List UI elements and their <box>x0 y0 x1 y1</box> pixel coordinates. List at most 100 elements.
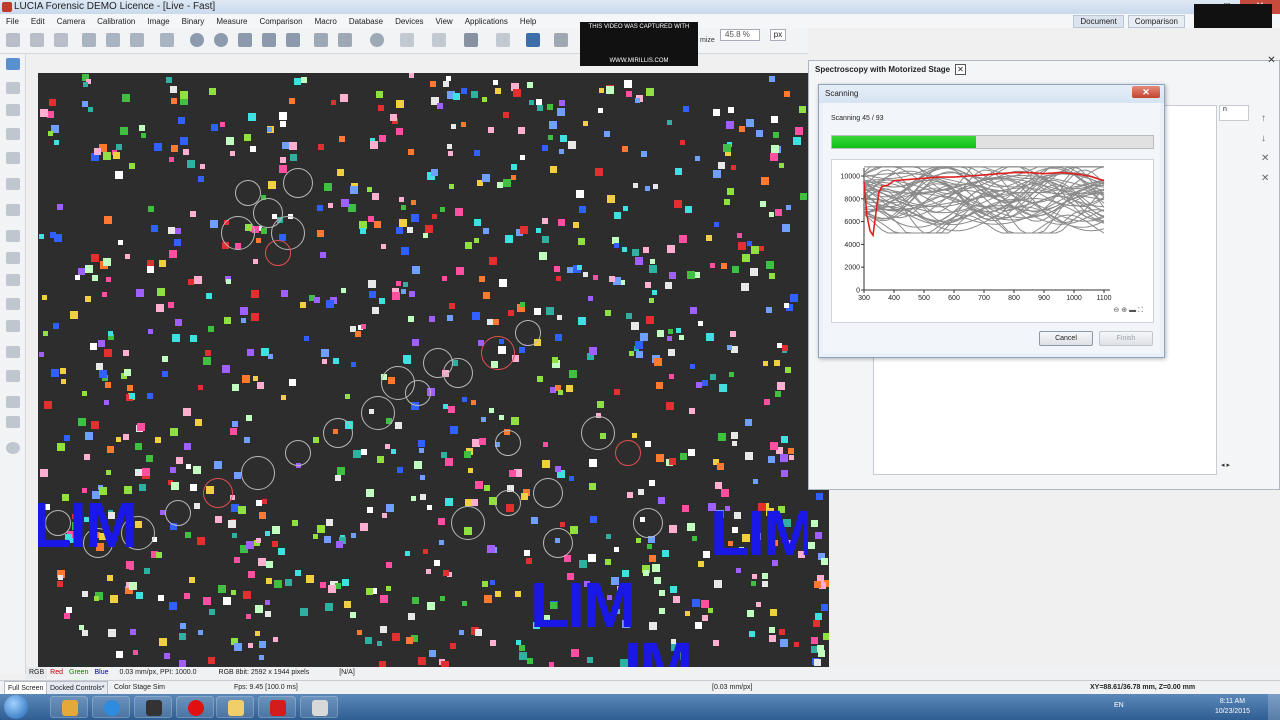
layers-tool-icon[interactable] <box>6 178 20 190</box>
menu-database[interactable]: Database <box>349 17 383 26</box>
line-tool-icon[interactable] <box>6 104 20 116</box>
menu-image[interactable]: Image <box>147 17 169 26</box>
tray-clock[interactable]: 8:11 AM 10/23/2015 <box>1215 697 1250 717</box>
panel-scroll-arrows[interactable]: ◂ ▸ <box>1221 461 1249 471</box>
live-image-viewport[interactable]: LIM LIM LIM IM <box>38 73 808 667</box>
close-dock-icon[interactable]: ✕ <box>1266 55 1277 66</box>
particle <box>107 575 113 581</box>
cancel-button[interactable]: Cancel <box>1039 331 1093 346</box>
text-cursor-tool-icon[interactable] <box>6 396 20 408</box>
measure-icon[interactable] <box>432 33 446 47</box>
particle <box>142 468 150 476</box>
spectrum-chart[interactable]: 300 400 500 600 700 800 900 1000 1100 0 2000 4000 60… <box>831 159 1154 323</box>
show-desktop-button[interactable] <box>1268 694 1280 720</box>
annotation-tool-icon[interactable] <box>6 370 20 382</box>
menu-measure[interactable]: Measure <box>216 17 247 26</box>
capture-settings-icon[interactable] <box>262 33 276 47</box>
menu-macro[interactable]: Macro <box>315 17 337 26</box>
settings-tool-icon[interactable] <box>6 442 20 454</box>
channel-red[interactable]: Red <box>47 667 66 679</box>
language-indicator[interactable]: EN <box>1114 702 1124 709</box>
move-down-icon[interactable]: ↓ <box>1261 133 1271 144</box>
select-tool-icon[interactable] <box>6 58 20 70</box>
stack-tool-icon[interactable] <box>6 204 20 216</box>
particle <box>730 331 736 337</box>
particle <box>531 517 538 524</box>
taskbar-app-ie[interactable] <box>92 696 130 718</box>
delete-icon[interactable]: ✕ <box>1261 153 1271 164</box>
brush-tool-icon[interactable] <box>6 152 20 164</box>
taskbar-app-recorder[interactable] <box>176 696 214 718</box>
polygon-tool-icon[interactable] <box>6 274 20 286</box>
color-picker-icon[interactable] <box>464 33 478 47</box>
particle <box>379 298 385 304</box>
unit-select[interactable]: px <box>770 29 786 41</box>
menu-devices[interactable]: Devices <box>395 17 423 26</box>
undo-icon[interactable] <box>82 33 96 47</box>
menu-file[interactable]: File <box>6 17 19 26</box>
channel-blue[interactable]: Blue <box>91 667 111 679</box>
menu-comparison[interactable]: Comparison <box>259 17 302 26</box>
particle <box>139 484 146 491</box>
start-button[interactable] <box>4 695 28 719</box>
menu-applications[interactable]: Applications <box>465 17 508 26</box>
pen-tool-icon[interactable] <box>6 128 20 140</box>
filter-icon[interactable] <box>400 33 414 47</box>
calibrate-icon[interactable] <box>160 33 174 47</box>
particle <box>489 257 497 265</box>
finish-button[interactable]: Finish <box>1099 331 1153 346</box>
particle <box>170 428 178 436</box>
taskbar-app-acrobat[interactable] <box>258 696 296 718</box>
stage-icon[interactable] <box>526 33 540 47</box>
menu-calibration[interactable]: Calibration <box>97 17 135 26</box>
scale-tool-icon[interactable] <box>6 416 20 428</box>
overlay-icon[interactable] <box>338 33 352 47</box>
display-mode-icon[interactable] <box>314 33 328 47</box>
taskbar-app-cmd[interactable] <box>134 696 172 718</box>
particle <box>75 275 80 280</box>
frame-icon[interactable] <box>496 33 510 47</box>
menu-camera[interactable]: Camera <box>57 17 85 26</box>
settings-gear-icon[interactable] <box>370 33 384 47</box>
close-panel-icon[interactable]: ✕ <box>955 64 966 75</box>
text-tool-icon[interactable] <box>6 346 20 358</box>
open-icon[interactable] <box>6 33 20 47</box>
clear-icon[interactable]: ✕ <box>1261 173 1271 184</box>
tab-document[interactable]: Document <box>1073 15 1124 28</box>
optimize-dropdown[interactable]: mize <box>700 37 715 44</box>
arrow-tool-icon[interactable] <box>6 320 20 332</box>
zoom-input[interactable]: 45.8 % <box>720 29 760 41</box>
close-dialog-button[interactable]: ✕ <box>1132 86 1160 98</box>
channel-green[interactable]: Green <box>66 667 91 679</box>
refresh-icon[interactable] <box>130 33 144 47</box>
taskbar-app-device[interactable] <box>300 696 338 718</box>
crop-tool-icon[interactable] <box>6 230 20 242</box>
redo-icon[interactable] <box>106 33 120 47</box>
particle <box>555 466 561 472</box>
save-icon[interactable] <box>30 33 44 47</box>
particle <box>775 391 781 397</box>
zoom-tool-icon[interactable] <box>6 82 20 94</box>
stop-icon[interactable] <box>214 33 228 47</box>
particle <box>569 476 574 481</box>
chart-zoom-tools[interactable]: ⊖⊕▬⛶ <box>1113 306 1145 315</box>
capture-icon[interactable] <box>238 33 252 47</box>
angle-tool-icon[interactable] <box>6 298 20 310</box>
menu-edit[interactable]: Edit <box>31 17 45 26</box>
particle <box>823 633 829 640</box>
curve-tool-icon[interactable] <box>6 252 20 264</box>
particle <box>713 170 721 178</box>
menu-help[interactable]: Help <box>520 17 536 26</box>
channel-rgb[interactable]: RGB <box>26 667 48 679</box>
particle <box>474 238 479 243</box>
move-up-icon[interactable]: ↑ <box>1261 113 1271 124</box>
tab-comparison[interactable]: Comparison <box>1127 15 1185 28</box>
taskbar-app-folder[interactable] <box>216 696 254 718</box>
save-as-icon[interactable] <box>54 33 68 47</box>
live-play-icon[interactable] <box>190 33 204 47</box>
menu-view[interactable]: View <box>436 17 453 26</box>
menu-binary[interactable]: Binary <box>182 17 205 26</box>
camera-icon[interactable] <box>286 33 300 47</box>
taskbar-app-explorer[interactable] <box>50 696 88 718</box>
grid-icon[interactable] <box>554 33 568 47</box>
